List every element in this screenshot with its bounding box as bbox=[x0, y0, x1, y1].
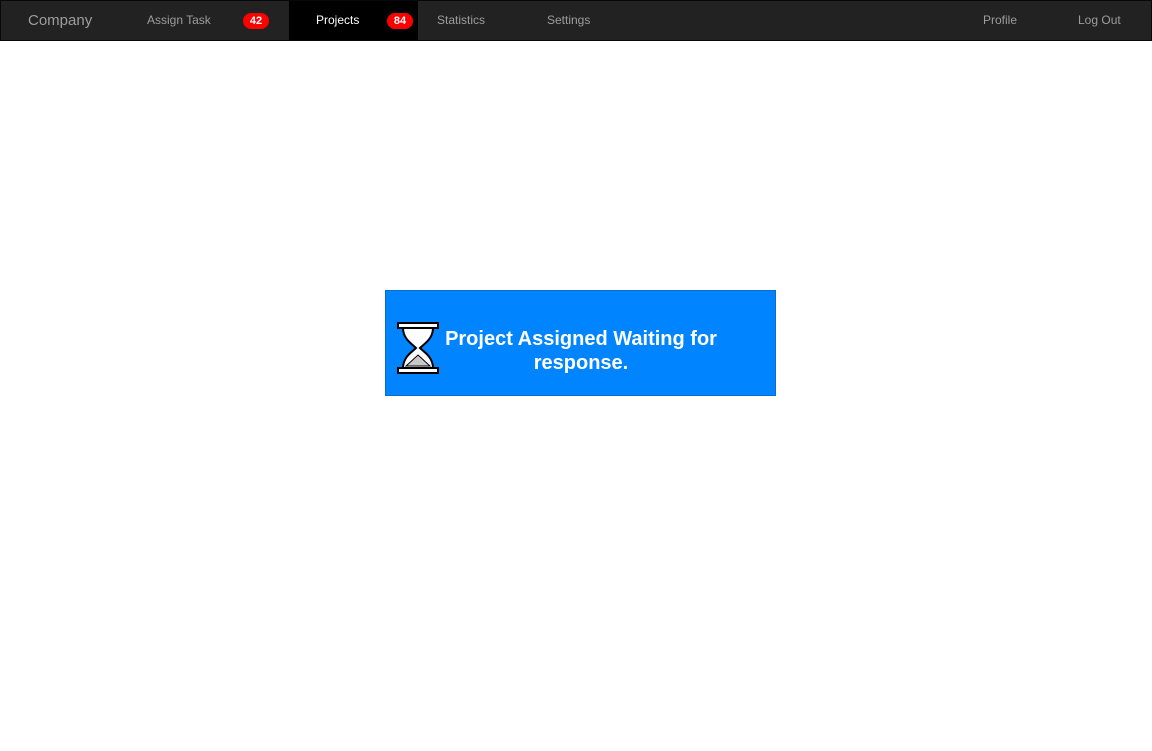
hourglass-icon bbox=[397, 322, 439, 374]
nav-item-statistics[interactable]: Statistics bbox=[418, 1, 518, 40]
brand-link[interactable]: Company bbox=[28, 1, 92, 40]
top-navbar: Company Assign Task 42 Projects 84 Stati… bbox=[0, 0, 1152, 41]
nav-label-statistics: Statistics bbox=[437, 13, 486, 27]
projects-count-badge: 84 bbox=[387, 13, 413, 29]
nav-item-profile[interactable]: Profile bbox=[963, 1, 1039, 40]
nav-item-settings[interactable]: Settings bbox=[528, 1, 620, 40]
project-status-notice: Project Assigned Waiting for response. bbox=[385, 290, 776, 396]
nav-item-assign-task[interactable]: Assign Task 42 bbox=[125, 1, 289, 40]
nav-item-log-out[interactable]: Log Out bbox=[1059, 1, 1151, 40]
nav-label-settings: Settings bbox=[547, 13, 591, 27]
assign-task-count-badge: 42 bbox=[243, 13, 269, 29]
nav-label-profile: Profile bbox=[983, 13, 1018, 27]
nav-label-log-out: Log Out bbox=[1078, 13, 1121, 27]
nav-label-projects: Projects bbox=[316, 13, 360, 27]
nav-label-assign-task: Assign Task bbox=[147, 13, 211, 27]
notice-message: Project Assigned Waiting for response. bbox=[445, 328, 717, 374]
nav-item-projects[interactable]: Projects 84 bbox=[289, 1, 418, 40]
